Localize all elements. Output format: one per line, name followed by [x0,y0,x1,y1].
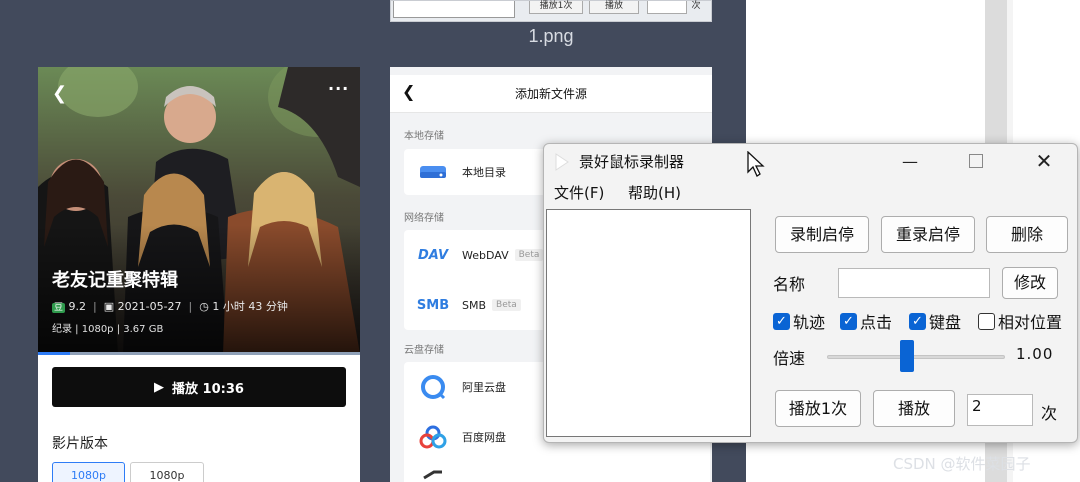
play-once-button[interactable]: 播放1次 [775,390,861,427]
cloud-storage-section: 云盘存储 [404,345,444,356]
status-bar [390,67,712,75]
checkbox-box: ✓ [840,312,857,330]
release-date: 2021-05-27 [117,300,182,313]
relative-position-checkbox[interactable]: 相对位置 [978,309,1062,333]
baidu-drive-icon [418,425,448,449]
menu-file[interactable]: 文件(F) [554,182,604,203]
keyboard-label: 键盘 [929,313,962,332]
baidu-drive-item[interactable]: 百度网盘 [418,415,506,459]
movie-detail-screen: ❮ ··· 老友记重聚特辑 豆 9.2 | ▣ 2021-05-27 | ◷ 1… [38,67,360,482]
webdav-label: WebDAV [462,248,509,262]
baidu-drive-label: 百度网盘 [462,431,506,444]
play-icon: ▶ [154,379,165,395]
previous-preview: 播放1次 播放 次 [390,0,712,22]
local-storage-section: 本地存储 [404,131,444,142]
speed-label: 倍速 [773,349,806,368]
click-label: 点击 [860,313,893,332]
name-input[interactable] [838,268,990,298]
back-chevron-icon[interactable]: ❮ [52,83,67,104]
name-label: 名称 [773,275,806,294]
play-button[interactable]: 播放 [873,390,955,427]
record-toggle-button[interactable]: 录制启停 [775,216,869,253]
version-heading: 影片版本 [52,436,108,452]
speed-value: 1.00 [1016,345,1054,363]
aliyun-drive-label: 阿里云盘 [462,381,506,394]
movie-meta-primary: 豆 9.2 | ▣ 2021-05-27 | ◷ 1 小时 43 分钟 [52,300,288,313]
rerecord-toggle-button[interactable]: 重录启停 [881,216,975,253]
watch-progress-bar [38,352,360,355]
local-directory-label: 本地目录 [462,166,506,179]
smb-item[interactable]: SMB SMB Beta [416,283,521,327]
speed-slider-thumb[interactable] [900,340,915,372]
previous-play-button: 播放 [589,1,639,14]
app-icon [554,153,570,175]
webdav-beta-badge: Beta [514,249,544,261]
webdav-icon: DAV [417,247,449,263]
webdav-item[interactable]: DAV WebDAV Beta [417,233,544,277]
mouse-cursor-icon [746,150,766,183]
version-chip-1[interactable]: 1080p [52,462,125,482]
movie-duration: 1 小时 43 分钟 [212,300,288,313]
watch-progress-fill [38,352,71,355]
cloud-item-partial[interactable] [418,465,462,482]
hard-drive-icon [418,161,448,183]
trace-label: 轨迹 [793,313,826,332]
maximize-icon[interactable] [956,144,996,178]
previous-listbox [393,1,515,18]
clock-icon: ◷ [199,300,209,313]
trace-checkbox[interactable]: ✓ 轨迹 [773,309,825,333]
aliyun-drive-icon [418,375,448,400]
more-icon[interactable]: ··· [328,79,349,98]
play-count-input[interactable]: 2 [967,394,1033,426]
relative-position-label: 相对位置 [998,313,1063,332]
recording-list[interactable] [546,209,751,437]
close-icon[interactable]: ✕ [1024,144,1064,178]
rating-value: 9.2 [68,300,87,313]
play-button[interactable]: ▶ 播放 10:36 [52,367,346,407]
modify-button[interactable]: 修改 [1002,267,1058,299]
version-chip-2[interactable]: 1080p [130,462,204,482]
play-label: 播放 10:36 [172,381,244,397]
checkbox-box [978,312,995,330]
previous-play-once-button: 播放1次 [529,1,583,14]
previous-count-suffix: 次 [691,1,701,11]
network-storage-section: 网络存储 [404,213,444,224]
checkbox-box: ✓ [909,312,926,330]
file-source-title: 添加新文件源 [514,87,587,101]
local-directory-item[interactable]: 本地目录 [418,150,506,194]
menu-help[interactable]: 帮助(H) [628,182,681,203]
previous-count-input [647,1,687,14]
watermark: CSDN @软件菜园子 [893,455,1031,473]
smb-beta-badge: Beta [492,299,521,311]
movie-poster: ❮ ··· 老友记重聚特辑 豆 9.2 | ▣ 2021-05-27 | ◷ 1… [38,67,360,354]
speed-slider-track[interactable] [827,355,1005,359]
smb-label: SMB [462,298,487,312]
mouse-recorder-window: 景好鼠标录制器 — ✕ 文件(F) 帮助(H) 录制启停 重录启停 删除 名称 … [543,143,1078,443]
keyboard-checkbox[interactable]: ✓ 键盘 [909,309,961,333]
file-name-label: 1.png [528,26,574,46]
smb-icon: SMB [416,297,450,313]
movie-meta-secondary: 纪录 | 1080p | 3.67 GB [52,324,164,335]
delete-button[interactable]: 删除 [986,216,1068,253]
window-title: 景好鼠标录制器 [579,153,685,171]
minimize-icon[interactable]: — [890,144,930,178]
play-count-suffix: 次 [1041,404,1058,423]
douban-badge-icon: 豆 [52,303,66,313]
aliyun-drive-item[interactable]: 阿里云盘 [418,365,506,409]
calendar-icon: ▣ [103,300,115,313]
checkbox-box: ✓ [773,312,790,330]
click-checkbox[interactable]: ✓ 点击 [840,309,892,333]
cloud-partial-icon [418,464,448,482]
movie-title: 老友记重聚特辑 [52,270,178,291]
